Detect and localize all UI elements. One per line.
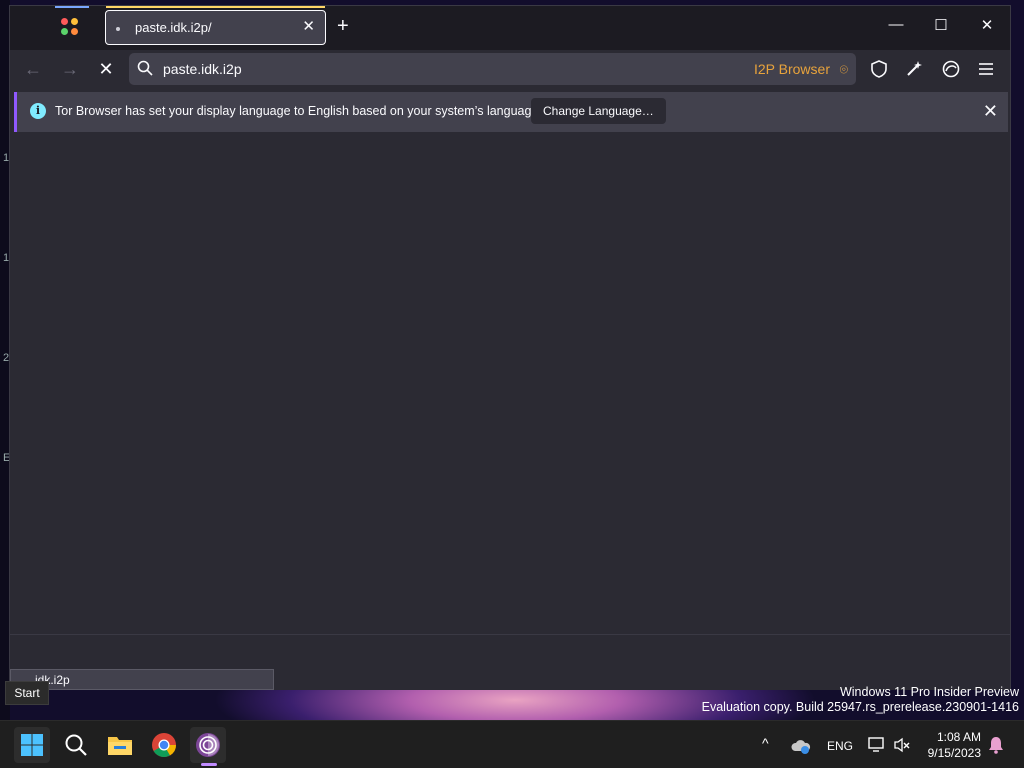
i2p-identity-label[interactable]: I2P Browser bbox=[754, 61, 830, 77]
watermark-line2: Evaluation copy. Build 25947.rs_prerelea… bbox=[701, 700, 1019, 714]
show-hidden-icons-chevron[interactable]: ^ bbox=[762, 735, 769, 751]
url-bar[interactable]: paste.idk.i2p I2P Browser ⌾ bbox=[129, 53, 856, 85]
magic-wand-icon[interactable] bbox=[905, 60, 923, 78]
clock-date: 9/15/2023 bbox=[927, 746, 981, 760]
notification-bell-icon[interactable] bbox=[988, 736, 1004, 754]
url-input[interactable]: paste.idk.i2p bbox=[163, 61, 242, 77]
tab-bar-accent bbox=[55, 6, 89, 8]
shield-icon[interactable] bbox=[870, 60, 888, 78]
onedrive-icon[interactable] bbox=[791, 738, 811, 754]
new-tab-button[interactable]: + bbox=[337, 16, 349, 36]
file-explorer-icon[interactable] bbox=[102, 727, 138, 763]
volume-muted-icon[interactable] bbox=[893, 737, 911, 753]
tab-loading-icon bbox=[116, 27, 120, 31]
browser-window: paste.idk.i2p/ ✕ + — ☐ ✕ ← → ✕ paste.idk… bbox=[9, 5, 1011, 690]
close-notification-icon[interactable]: ✕ bbox=[983, 101, 998, 122]
close-window-button[interactable]: ✕ bbox=[977, 16, 997, 34]
search-icon[interactable] bbox=[58, 727, 94, 763]
change-language-button[interactable]: Change Language… bbox=[531, 98, 666, 124]
tab-loading-accent bbox=[106, 6, 325, 8]
language-notification-bar: i Tor Browser has set your display langu… bbox=[14, 92, 1008, 132]
notification-message: Tor Browser has set your display languag… bbox=[55, 104, 542, 118]
taskbar: ^ ENG 1:08 AM 9/15/2023 bbox=[0, 720, 1024, 768]
network-icon[interactable] bbox=[868, 737, 886, 753]
tor-browser-icon[interactable] bbox=[190, 727, 226, 763]
status-url-panel: idk.i2p bbox=[10, 669, 274, 690]
tab-active[interactable]: paste.idk.i2p/ ✕ bbox=[105, 10, 326, 45]
back-button[interactable]: ← bbox=[22, 58, 44, 80]
page-content bbox=[10, 133, 1010, 634]
windows-start-icon[interactable] bbox=[14, 727, 50, 763]
tab-bar: paste.idk.i2p/ ✕ + — ☐ ✕ bbox=[10, 6, 1010, 50]
info-icon: i bbox=[30, 103, 46, 119]
language-indicator[interactable]: ENG bbox=[827, 739, 853, 753]
minimize-button[interactable]: — bbox=[886, 16, 906, 33]
start-tooltip: Start bbox=[5, 681, 49, 705]
chrome-icon[interactable] bbox=[146, 727, 182, 763]
windows-watermark: Windows 11 Pro Insider Preview Evaluatio… bbox=[702, 685, 1019, 715]
taskbar-clock[interactable]: 1:08 AM 9/15/2023 bbox=[928, 729, 981, 761]
navigation-toolbar: ← → ✕ paste.idk.i2p I2P Browser ⌾ bbox=[10, 50, 1010, 88]
tab-title: paste.idk.i2p/ bbox=[135, 20, 212, 35]
apps-icon[interactable] bbox=[61, 18, 79, 36]
tab-close-icon[interactable]: ✕ bbox=[302, 19, 315, 35]
active-app-indicator bbox=[201, 763, 217, 766]
stop-loading-button[interactable]: ✕ bbox=[95, 58, 117, 80]
maximize-button[interactable]: ☐ bbox=[931, 16, 951, 34]
forward-button[interactable]: → bbox=[59, 58, 81, 80]
search-icon bbox=[137, 60, 153, 76]
menu-icon[interactable] bbox=[978, 61, 994, 77]
onion-circuit-icon[interactable] bbox=[942, 60, 960, 78]
clock-time: 1:08 AM bbox=[936, 730, 981, 744]
watermark-line1: Windows 11 Pro Insider Preview bbox=[839, 685, 1019, 699]
fingerprint-icon[interactable]: ⌾ bbox=[840, 61, 848, 78]
